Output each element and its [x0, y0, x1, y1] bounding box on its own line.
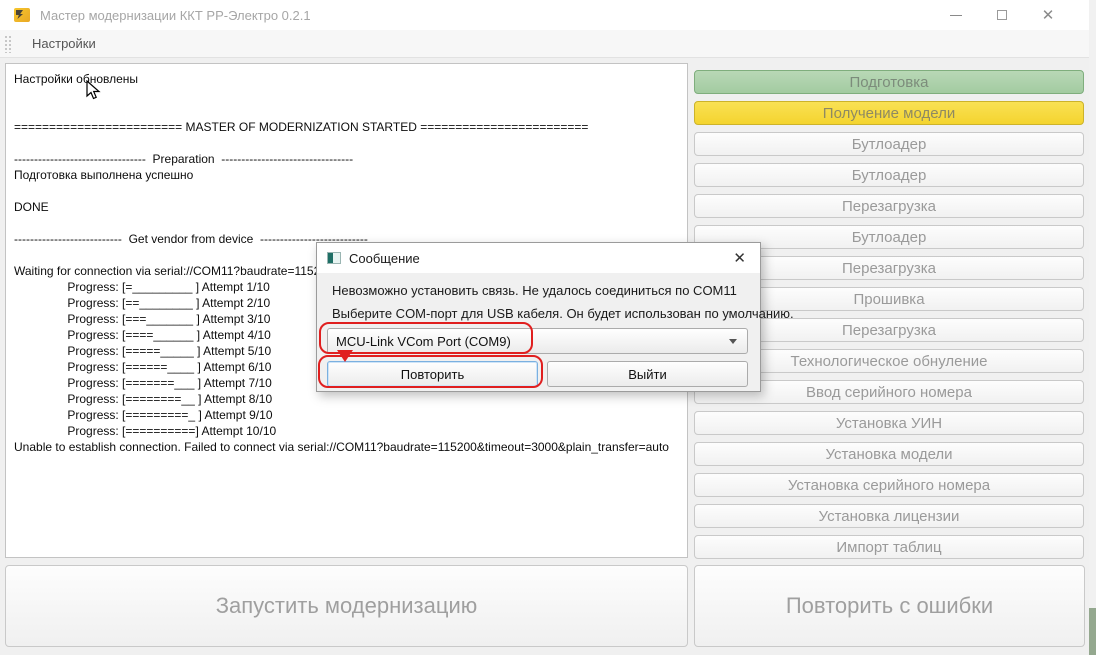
step-button-2[interactable]: Получение модели	[694, 101, 1084, 125]
window-controls: ✕	[933, 0, 1071, 30]
step-button-5[interactable]: Перезагрузка	[694, 194, 1084, 218]
log-line: DONE	[14, 199, 679, 215]
log-line: Подготовка выполнена успешно	[14, 167, 679, 183]
dialog-close-icon[interactable]: ✕	[733, 249, 746, 267]
dialog-window-icon	[327, 252, 341, 264]
step-button-12[interactable]: Установка УИН	[694, 411, 1084, 435]
com-port-select[interactable]: MCU-Link VCom Port (COM9)	[327, 328, 748, 354]
log-line: Unable to establish connection. Failed t…	[14, 439, 679, 455]
dialog-retry-button[interactable]: Повторить	[327, 361, 538, 387]
title-bar: Мастер модернизации ККТ РР-Электро 0.2.1…	[0, 0, 1089, 30]
log-line	[14, 103, 679, 119]
menu-bar: Настройки	[0, 30, 1089, 58]
log-line	[14, 87, 679, 103]
step-button-4[interactable]: Бутлоадер	[694, 163, 1084, 187]
log-line	[14, 135, 679, 151]
step-button-13[interactable]: Установка модели	[694, 442, 1084, 466]
chevron-down-icon	[729, 339, 737, 344]
log-line	[14, 215, 679, 231]
step-button-14[interactable]: Установка серийного номера	[694, 473, 1084, 497]
step-button-1[interactable]: Подготовка	[694, 70, 1084, 94]
log-line: Progress: [==========] Attempt 10/10	[14, 423, 679, 439]
minimize-button[interactable]	[933, 0, 979, 30]
desktop-bleed-green	[1089, 608, 1096, 655]
app-icon	[14, 8, 30, 22]
log-line	[14, 183, 679, 199]
dialog-message-line2: Выберите COM-порт для USB кабеля. Он буд…	[332, 306, 794, 321]
close-icon: ✕	[1042, 6, 1055, 24]
step-button-15[interactable]: Установка лицензии	[694, 504, 1084, 528]
maximize-button[interactable]	[979, 0, 1025, 30]
log-line: ======================== MASTER OF MODER…	[14, 119, 679, 135]
dialog-body: Невозможно установить связь. Не удалось …	[317, 273, 760, 393]
log-line: Progress: [=========_ ] Attempt 9/10	[14, 407, 679, 423]
message-dialog: Сообщение ✕ Невозможно установить связь.…	[316, 242, 761, 392]
toolbar-grip-icon	[4, 35, 12, 53]
log-line: Настройки обновлены	[14, 71, 679, 87]
dialog-title: Сообщение	[349, 251, 420, 266]
com-port-selected-value: MCU-Link VCom Port (COM9)	[336, 334, 511, 349]
menu-settings[interactable]: Настройки	[26, 33, 102, 54]
desktop-bleed-strip	[1089, 0, 1096, 655]
log-line: Progress: [========__ ] Attempt 8/10	[14, 391, 679, 407]
maximize-icon	[997, 10, 1007, 20]
window-title: Мастер модернизации ККТ РР-Электро 0.2.1	[40, 8, 311, 23]
dialog-title-bar: Сообщение ✕	[317, 243, 760, 273]
step-button-3[interactable]: Бутлоадер	[694, 132, 1084, 156]
step-button-16[interactable]: Импорт таблиц	[694, 535, 1084, 559]
dialog-message-line1: Невозможно установить связь. Не удалось …	[332, 283, 737, 298]
log-line: --------------------------------- Prepar…	[14, 151, 679, 167]
close-button[interactable]: ✕	[1025, 0, 1071, 30]
minimize-icon	[950, 15, 962, 16]
start-modernization-button[interactable]: Запустить модернизацию	[5, 565, 688, 647]
retry-from-error-button[interactable]: Повторить с ошибки	[694, 565, 1085, 647]
dialog-exit-button[interactable]: Выйти	[547, 361, 748, 387]
